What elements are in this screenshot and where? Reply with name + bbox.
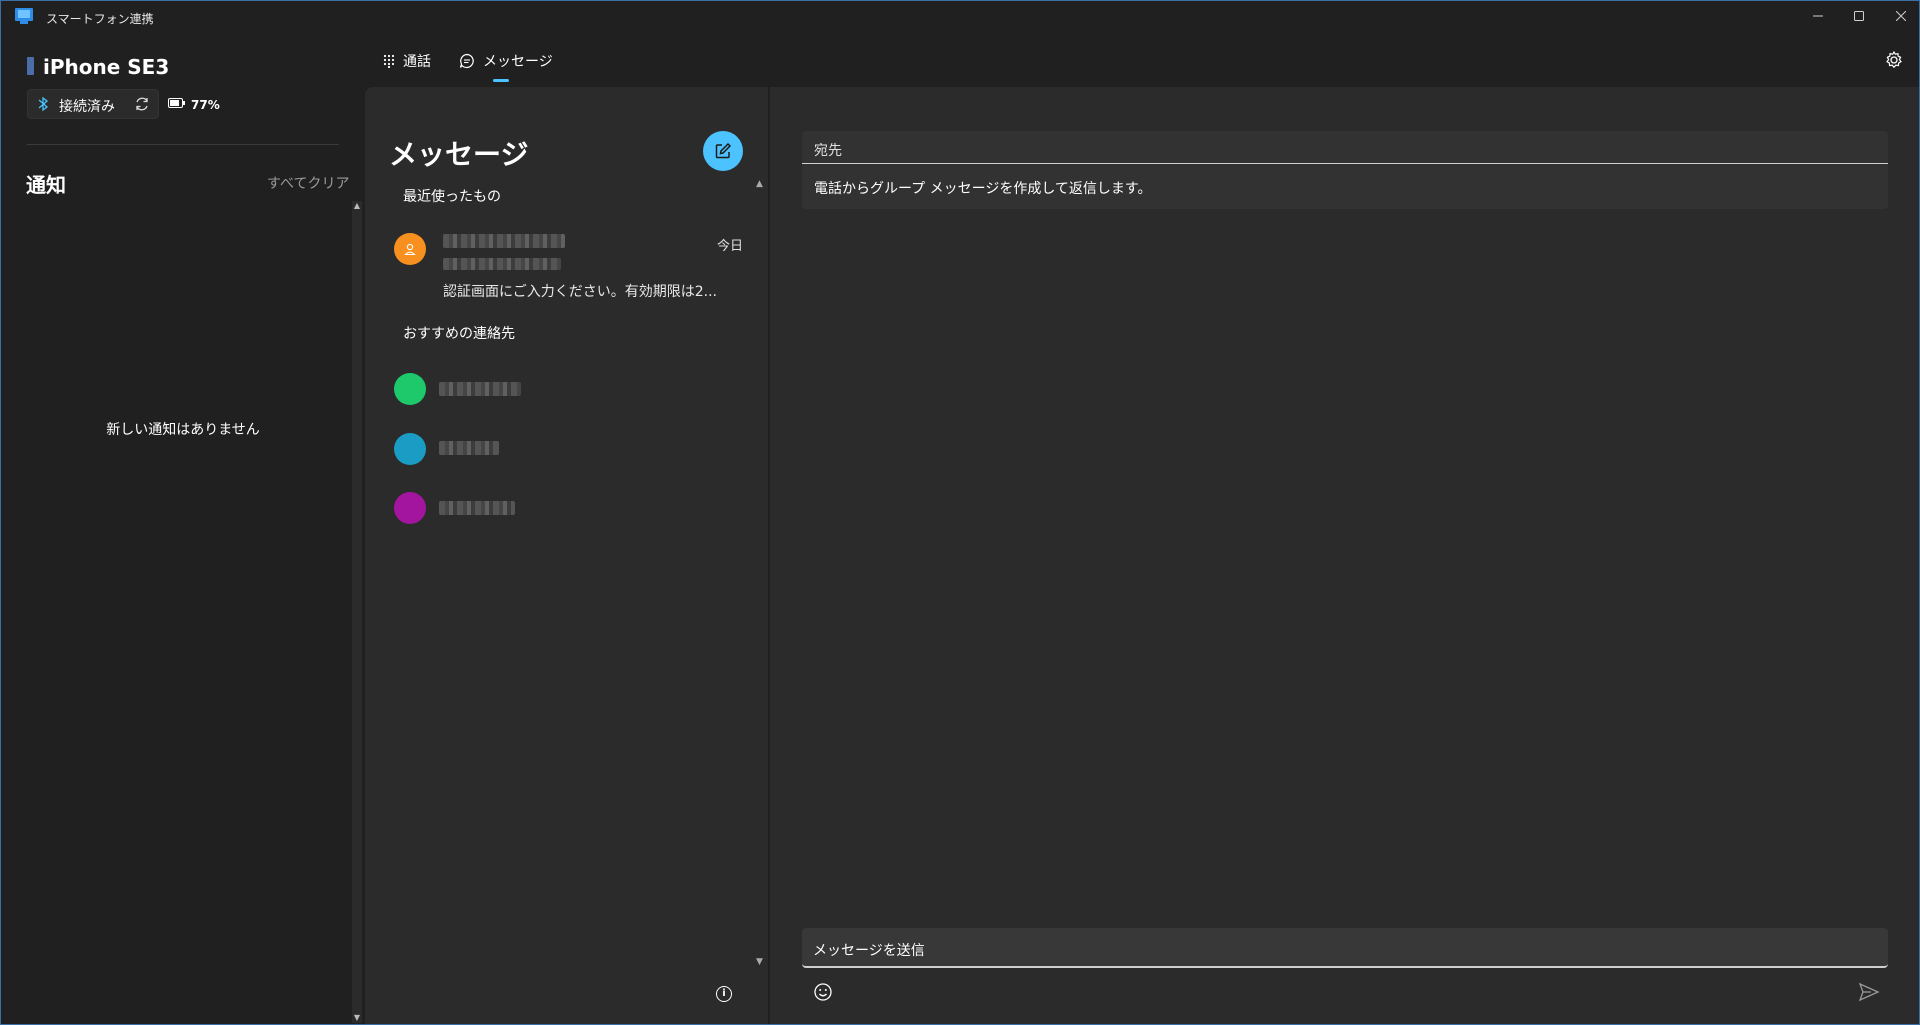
message-input-placeholder: メッセージを送信 — [813, 943, 925, 959]
avatar — [394, 433, 426, 465]
avatar — [394, 233, 426, 265]
tab-messages-label: メッセージ — [483, 54, 553, 70]
avatar — [394, 373, 426, 405]
redacted-contact-name — [443, 234, 565, 248]
tab-calls[interactable]: 通話 — [383, 51, 431, 71]
redacted-contact-name — [439, 382, 521, 396]
to-field-label: 宛先 — [814, 143, 842, 159]
app-window: スマートフォン連携 iPhone SE3 接続済み 77% 通知 すべてクリア … — [0, 0, 1920, 1025]
redacted-contact-name — [439, 441, 499, 455]
redacted-contact-name — [439, 501, 515, 515]
phone-icon — [27, 57, 34, 75]
emoji-icon[interactable] — [813, 982, 833, 1002]
sync-icon[interactable] — [134, 96, 150, 112]
scroll-down-arrow-icon[interactable]: ▼ — [352, 1013, 362, 1023]
tab-calls-label: 通話 — [403, 54, 431, 70]
minimize-button[interactable] — [1795, 1, 1841, 31]
minimize-icon — [1813, 15, 1823, 17]
group-message-hint: 電話からグループ メッセージを作成して返信します。 — [814, 181, 1152, 197]
tab-messages[interactable]: メッセージ — [459, 51, 553, 71]
maximize-icon — [1854, 11, 1864, 21]
connection-status-button[interactable]: 接続済み — [27, 89, 159, 119]
message-input[interactable]: メッセージを送信 — [802, 928, 1888, 968]
sidebar: iPhone SE3 接続済み 77% 通知 すべてクリア 新しい通知はありませ… — [1, 33, 365, 1024]
dialpad-icon — [383, 54, 395, 68]
phone-link-app-icon — [15, 8, 33, 24]
message-list-panel: メッセージ ▲ 最近使ったもの 今日 認証画面にご入力ください。有効期限は2..… — [365, 87, 769, 1024]
bluetooth-icon — [38, 96, 49, 112]
send-icon[interactable] — [1858, 982, 1880, 1002]
to-field-underline — [802, 163, 1888, 164]
compose-icon — [715, 142, 732, 159]
close-icon — [1896, 11, 1906, 21]
info-icon[interactable]: i — [716, 986, 732, 1002]
message-time: 今日 — [717, 239, 744, 254]
connection-status-label: 接続済み — [59, 99, 115, 115]
close-button[interactable] — [1878, 1, 1919, 31]
settings-gear-icon[interactable] — [1885, 51, 1903, 69]
battery-icon — [168, 98, 185, 108]
chat-bubble-icon — [459, 53, 474, 69]
device-name: iPhone SE3 — [43, 55, 170, 79]
recipient-box[interactable]: 宛先 電話からグループ メッセージを作成して返信します。 — [802, 131, 1888, 209]
empty-notifications-message: 新しい通知はありません — [106, 422, 260, 438]
message-preview: 認証画面にご入力ください。有効期限は2... — [443, 284, 717, 300]
new-message-button[interactable] — [703, 131, 743, 171]
title-bar: スマートフォン連携 — [1, 1, 1919, 33]
messages-title: メッセージ — [389, 138, 529, 171]
recent-section-label: 最近使ったもの — [403, 189, 501, 205]
active-tab-indicator — [493, 79, 509, 82]
list-scroll-up-icon[interactable]: ▲ — [756, 179, 763, 189]
scroll-up-arrow-icon[interactable]: ▲ — [352, 201, 362, 211]
notifications-scrollbar[interactable]: ▲ ▼ — [352, 201, 362, 1023]
redacted-phone-number — [443, 258, 561, 270]
suggested-section-label: おすすめの連絡先 — [403, 326, 515, 342]
divider — [27, 144, 339, 145]
notifications-title: 通知 — [26, 173, 66, 197]
list-scroll-down-icon[interactable]: ▼ — [756, 957, 763, 967]
avatar — [394, 492, 426, 524]
conversation-pane: 宛先 電話からグループ メッセージを作成して返信します。 メッセージを送信 — [770, 87, 1919, 1024]
maximize-button[interactable] — [1836, 1, 1882, 31]
clear-all-button[interactable]: すべてクリア — [267, 173, 349, 193]
person-icon — [404, 243, 416, 256]
battery-level: 77% — [191, 98, 220, 112]
window-title: スマートフォン連携 — [46, 12, 154, 26]
